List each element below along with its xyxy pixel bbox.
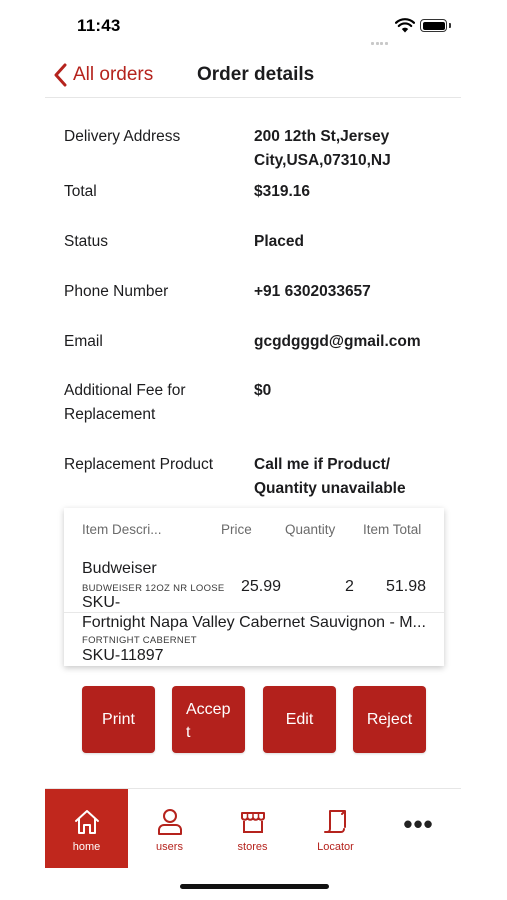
- home-indicator[interactable]: [180, 884, 329, 889]
- reject-button[interactable]: Reject: [353, 686, 426, 753]
- detail-value: +91 6302033657: [254, 283, 371, 300]
- home-icon: [74, 810, 99, 834]
- tab-label: stores: [237, 841, 268, 853]
- tab-label: Locator: [317, 841, 354, 853]
- detail-label: Replacement Product: [64, 456, 214, 473]
- detail-value: 200 12th St,Jersey City,USA,07310,NJ: [254, 128, 391, 169]
- detail-label: Total: [64, 183, 97, 200]
- tab-label: users: [156, 841, 183, 853]
- back-label: All orders: [73, 64, 154, 85]
- back-button[interactable]: All orders: [53, 60, 153, 90]
- tab-label: home: [72, 841, 101, 853]
- item-sku: SKU-: [82, 594, 121, 611]
- locator-icon: [323, 810, 346, 833]
- cellular-signal-icon: [371, 27, 391, 45]
- tab-home[interactable]: home: [45, 789, 128, 868]
- detail-value: Call me if Product/ Quantity unavailable: [254, 456, 406, 497]
- more-icon: •••: [403, 809, 434, 839]
- bottom-tab-bar: home users stores Locator •••: [45, 788, 461, 868]
- order-actions: Print Accep t Edit Reject: [82, 686, 426, 753]
- detail-label: Additional Fee for Replacement: [64, 382, 186, 423]
- tab-more[interactable]: •••: [377, 789, 460, 868]
- print-button[interactable]: Print: [82, 686, 155, 753]
- tab-locator[interactable]: Locator: [294, 789, 377, 868]
- store-icon: [240, 812, 265, 833]
- item-sku: SKU-11897: [82, 647, 164, 664]
- page-title: Order details: [197, 64, 315, 85]
- navigation-bar: All orders Order details: [45, 50, 461, 98]
- tab-stores[interactable]: stores: [211, 789, 294, 868]
- status-bar: 11:43: [0, 0, 507, 50]
- table-header: Item Descri... Price Quantity Item Total: [64, 522, 444, 546]
- detail-value: gcgdgggd@gmail.com: [254, 333, 421, 350]
- item-price: 25.99: [241, 578, 282, 595]
- detail-label: Delivery Address: [64, 128, 181, 145]
- chevron-left-icon: [54, 63, 67, 87]
- wifi-icon: [395, 18, 415, 33]
- detail-value: Placed: [254, 233, 304, 250]
- detail-label: Status: [64, 233, 108, 250]
- status-time: 11:43: [77, 16, 121, 35]
- item-total: 51.98: [386, 578, 427, 595]
- item-subtitle: FORTNIGHT CABERNET: [82, 635, 197, 646]
- edit-button[interactable]: Edit: [263, 686, 336, 753]
- detail-value: $319.16: [254, 183, 311, 200]
- detail-label: Phone Number: [64, 283, 169, 300]
- row-divider: [64, 612, 444, 613]
- user-icon: [157, 809, 182, 835]
- item-name: Budweiser: [82, 560, 157, 577]
- column-header-price: Price: [221, 522, 252, 537]
- item-name: Fortnight Napa Valley Cabernet Sauvignon…: [82, 614, 426, 631]
- column-header-item-total: Item Total: [363, 522, 422, 537]
- order-items-table[interactable]: Item Descri... Price Quantity Item Total…: [64, 508, 444, 666]
- battery-icon: [420, 19, 451, 32]
- accept-button[interactable]: Accep t: [172, 686, 245, 753]
- item-subtitle: BUDWEISER 12OZ NR LOOSE: [82, 583, 225, 594]
- column-header-item-description: Item Descri...: [82, 522, 162, 537]
- detail-value: $0: [254, 382, 272, 399]
- detail-label: Email: [64, 333, 103, 350]
- column-header-quantity: Quantity: [285, 522, 336, 537]
- tab-users[interactable]: users: [128, 789, 211, 868]
- item-quantity: 2: [345, 578, 354, 595]
